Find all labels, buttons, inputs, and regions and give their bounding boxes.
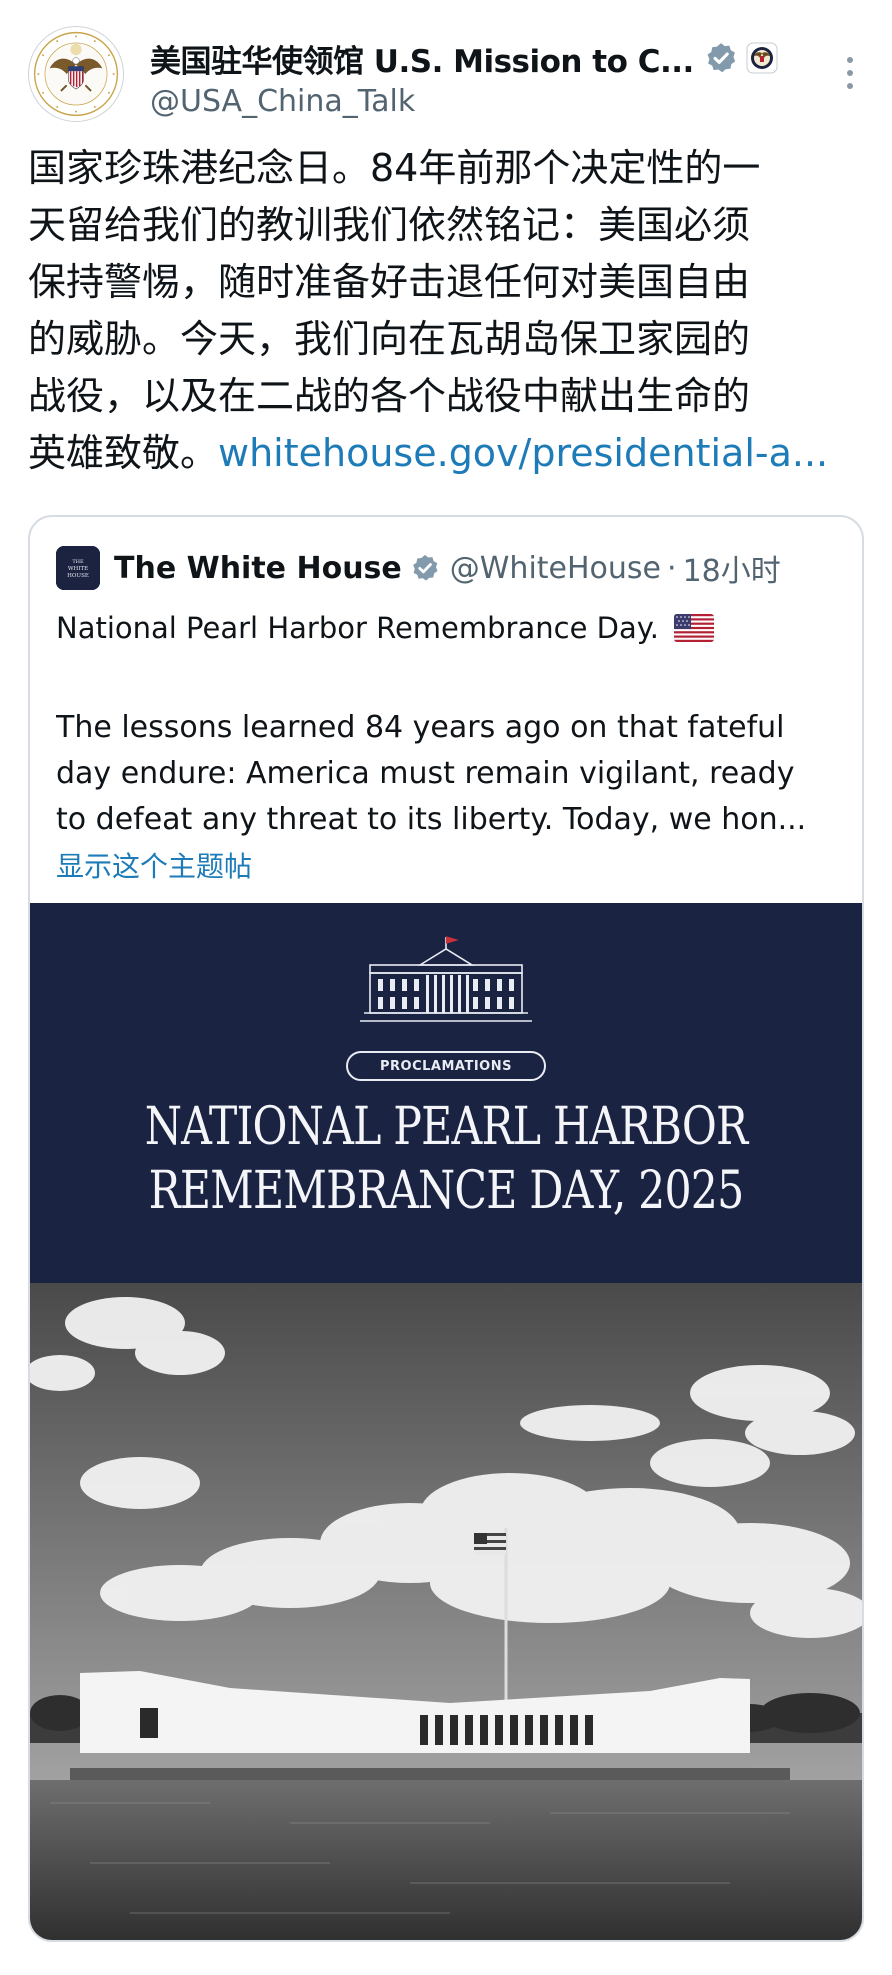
author-display-name[interactable]: 美国驻华使领馆 U.S. Mission to C... <box>150 36 694 81</box>
white-house-logo-icon: THE WHITE HOUSE <box>56 546 100 590</box>
svg-text:HOUSE: HOUSE <box>67 573 89 579</box>
proclamations-badge: PROCLAMATIONS <box>346 1051 546 1081</box>
proclamation-headline: NATIONAL PEARL HARBOR REMEMBRANCE DAY, 2… <box>30 1095 862 1223</box>
quoted-body-line: day endure: America must remain vigilant… <box>56 756 795 791</box>
tweet-text-last-line: 英雄致敬。whitehouse.gov/presidential-a... <box>28 425 868 482</box>
tweet-text-tail: 英雄致敬。 <box>28 431 219 475</box>
quoted-title-text: National Pearl Harbor Remembrance Day. <box>56 611 659 645</box>
tweet-header: 美国驻华使领馆 U.S. Mission to C... @USA_China_… <box>28 26 864 126</box>
verified-check-icon <box>707 43 735 73</box>
more-dot-icon <box>847 57 853 63</box>
tweet-link[interactable]: whitehouse.gov/presidential-a... <box>218 431 828 475</box>
state-department-seal-icon <box>29 27 123 121</box>
quoted-tweet-header: THE WHITE HOUSE The White House @WhiteHo… <box>56 543 781 593</box>
tweet-text-line: 国家珍珠港纪念日。84年前那个决定性的一 <box>28 146 761 190</box>
svg-text:THE: THE <box>72 559 84 565</box>
svg-text:WHITE: WHITE <box>68 566 88 572</box>
more-dot-icon <box>847 83 853 89</box>
quoted-author-name[interactable]: The White House <box>114 551 402 586</box>
quoted-body-line: The lessons learned 84 years ago on that… <box>56 710 785 745</box>
tweet-text: 国家珍珠港纪念日。84年前那个决定性的一 天留给我们的教训我们依然铭记：美国必须… <box>28 140 868 482</box>
show-thread-link[interactable]: 显示这个主题帖 <box>56 845 252 885</box>
uss-arizona-memorial-photo <box>30 1283 862 1940</box>
us-flag-icon <box>674 614 715 642</box>
quoted-media-image[interactable]: PROCLAMATIONS NATIONAL PEARL HARBOR REME… <box>30 903 862 1940</box>
tweet-text-line: 的威胁。今天，我们向在瓦胡岛保卫家园的 <box>28 317 751 361</box>
author-name-row: 美国驻华使领馆 U.S. Mission to C... <box>150 36 778 80</box>
author-handle[interactable]: @USA_China_Talk <box>150 84 415 119</box>
state-department-seal-badge-icon <box>746 42 778 74</box>
white-house-avatar[interactable]: THE WHITE HOUSE <box>56 546 100 590</box>
quoted-body: The lessons learned 84 years ago on that… <box>56 705 846 843</box>
tweet-text-line: 战役，以及在二战的各个战役中献出生命的 <box>28 374 751 418</box>
headline-line: NATIONAL PEARL HARBOR <box>144 1097 748 1157</box>
quoted-body-line: to defeat any threat to its liberty. Tod… <box>56 802 807 837</box>
more-dot-icon <box>847 70 853 76</box>
quoted-timestamp[interactable]: 18小时 <box>683 546 781 590</box>
white-house-building-icon <box>360 935 532 1031</box>
proclamation-banner: PROCLAMATIONS NATIONAL PEARL HARBOR REME… <box>30 903 862 1283</box>
quoted-author-handle[interactable]: @WhiteHouse <box>450 551 661 586</box>
headline-line: REMEMBRANCE DAY, 2025 <box>148 1161 745 1221</box>
more-options-button[interactable] <box>836 48 864 98</box>
tweet-text-line: 天留给我们的教训我们依然铭记：美国必须 <box>28 203 751 247</box>
separator-dot: · <box>667 550 677 586</box>
quoted-tweet-card[interactable]: THE WHITE HOUSE The White House @WhiteHo… <box>28 515 864 1942</box>
verified-check-icon <box>412 554 438 581</box>
author-avatar[interactable] <box>28 26 124 122</box>
quoted-title: National Pearl Harbor Remembrance Day. <box>56 611 715 645</box>
tweet-text-line: 保持警惕，随时准备好击退任何对美国自由 <box>28 260 751 304</box>
